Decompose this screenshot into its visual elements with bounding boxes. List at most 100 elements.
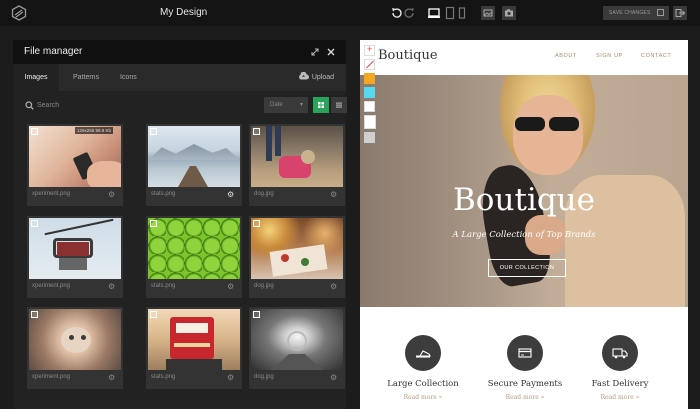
save-changes-label: SAVE CHANGES [609,10,651,16]
file-checkbox[interactable] [31,128,38,135]
tab-patterns[interactable]: Patterns [73,64,99,91]
feature-title: Large Collection [387,379,459,389]
read-more-link[interactable]: Read more » [373,394,473,401]
swatch-white[interactable] [364,101,375,112]
image-icon[interactable] [481,6,495,20]
exit-icon[interactable] [673,6,687,20]
file-item[interactable]: dog.jpg ⚙ [249,216,345,298]
gear-icon[interactable]: ⚙ [108,374,115,382]
gear-icon[interactable]: ⚙ [227,283,234,291]
file-item[interactable]: dog.jpg ⚙ [249,124,345,206]
file-thumbnail [251,126,343,187]
file-thumbnail [29,126,121,187]
feature-fast-delivery: Fast Delivery Read more » [570,335,670,401]
gear-icon[interactable]: ⚙ [330,191,337,199]
close-icon[interactable] [326,47,336,57]
preview-brand[interactable]: Boutique [378,48,438,63]
add-icon[interactable]: + [364,44,375,56]
file-name: dog.jpg [254,191,274,197]
nav-link-signup[interactable]: SIGN UP [596,53,623,59]
list-view-button[interactable] [331,97,347,113]
sort-value: Date [270,102,283,108]
file-info-badge: 125x256 59.9 Kb [75,127,114,134]
desktop-icon[interactable] [427,6,441,20]
gear-icon[interactable]: ⚙ [108,191,115,199]
file-checkbox[interactable] [253,128,260,135]
file-item[interactable]: xperiment.png ⚙ [27,216,123,298]
gear-icon[interactable]: ⚙ [108,283,115,291]
file-checkbox[interactable] [31,311,38,318]
file-thumbnail [148,309,240,370]
camera-icon[interactable] [502,6,516,20]
file-checkbox[interactable] [150,220,157,227]
file-checkbox[interactable] [253,220,260,227]
tab-images[interactable]: Images [13,64,59,91]
sort-select[interactable]: Date ▾ [264,97,308,113]
chevron-down-icon: ▾ [299,102,303,108]
redo-icon[interactable] [402,6,416,20]
truck-icon [602,335,638,371]
nav-link-about[interactable]: ABOUT [555,53,577,59]
upload-label: Upload [311,74,334,81]
hero-section: Boutique A Large Collection of Top Brand… [360,75,688,307]
file-manager-title: File manager [24,46,83,57]
file-item[interactable]: dog.jpg ⚙ [249,307,345,389]
file-name: dog.jpg [254,374,274,380]
file-thumbnail [251,218,343,279]
swatch-cyan[interactable] [364,87,375,98]
file-item[interactable]: 125x256 59.9 Kb xperiment.png ⚙ [27,124,123,206]
expand-icon[interactable] [310,47,320,57]
color-swatch-toolbar: + [364,44,376,146]
file-thumbnail [251,309,343,370]
file-manager-panel: File manager Images Patterns Icons Uploa… [13,40,347,409]
file-checkbox[interactable] [150,128,157,135]
no-color-icon[interactable] [364,59,375,70]
phone-icon[interactable] [455,6,469,20]
preview-navbar: Boutique ABOUT SIGN UP CONTACT [360,40,688,75]
file-manager-tabs: Images Patterns Icons Upload [13,64,346,91]
nav-link-contact[interactable]: CONTACT [641,53,671,59]
file-item[interactable]: stats.png ⚙ [146,124,242,206]
logo-icon[interactable] [11,5,27,21]
feature-title: Fast Delivery [591,379,649,389]
gear-icon[interactable]: ⚙ [227,374,234,382]
cloud-upload-icon [298,71,309,80]
search-icon [25,101,34,110]
feature-secure-payments: Secure Payments Read more » [475,335,575,401]
tab-icons[interactable]: Icons [120,64,137,91]
site-preview: Boutique ABOUT SIGN UP CONTACT Boutique … [360,40,688,409]
file-name: xperiment.png [32,283,71,289]
file-item[interactable]: stats.png ⚙ [146,307,242,389]
swatch-white-large[interactable] [364,115,376,129]
gear-icon[interactable]: ⚙ [330,374,337,382]
save-icon [657,9,664,16]
app-title: My Design [160,7,208,18]
swatch-gray[interactable] [364,132,375,143]
swatch-orange[interactable] [364,73,375,84]
search-input[interactable]: Search [37,102,59,109]
upload-button[interactable]: Upload [298,64,334,91]
gear-icon[interactable]: ⚙ [227,191,234,199]
grid-view-button[interactable] [313,97,329,113]
read-more-link[interactable]: Read more » [475,394,575,401]
save-changes-button[interactable]: SAVE CHANGES [603,6,669,20]
grid-icon [318,102,324,108]
file-thumbnail [148,218,240,279]
file-thumbnail [29,309,121,370]
file-item[interactable]: stats.png ⚙ [146,216,242,298]
file-thumbnail [29,218,121,279]
file-checkbox[interactable] [150,311,157,318]
collection-icon [405,335,441,371]
hero-title: Boutique [453,182,595,218]
gear-icon[interactable]: ⚙ [330,283,337,291]
file-item[interactable]: xperiment.png ⚙ [27,307,123,389]
file-name: dog.jpg [254,283,274,289]
file-name: stats.png [151,374,176,380]
top-toolbar: My Design SAVE CHANGES [0,0,700,26]
hero-cta-button[interactable]: OUR COLLECTION [488,259,566,277]
file-checkbox[interactable] [253,311,260,318]
file-checkbox[interactable] [31,220,38,227]
file-name: stats.png [151,283,176,289]
read-more-link[interactable]: Read more » [570,394,670,401]
file-manager-header: File manager [13,40,346,64]
